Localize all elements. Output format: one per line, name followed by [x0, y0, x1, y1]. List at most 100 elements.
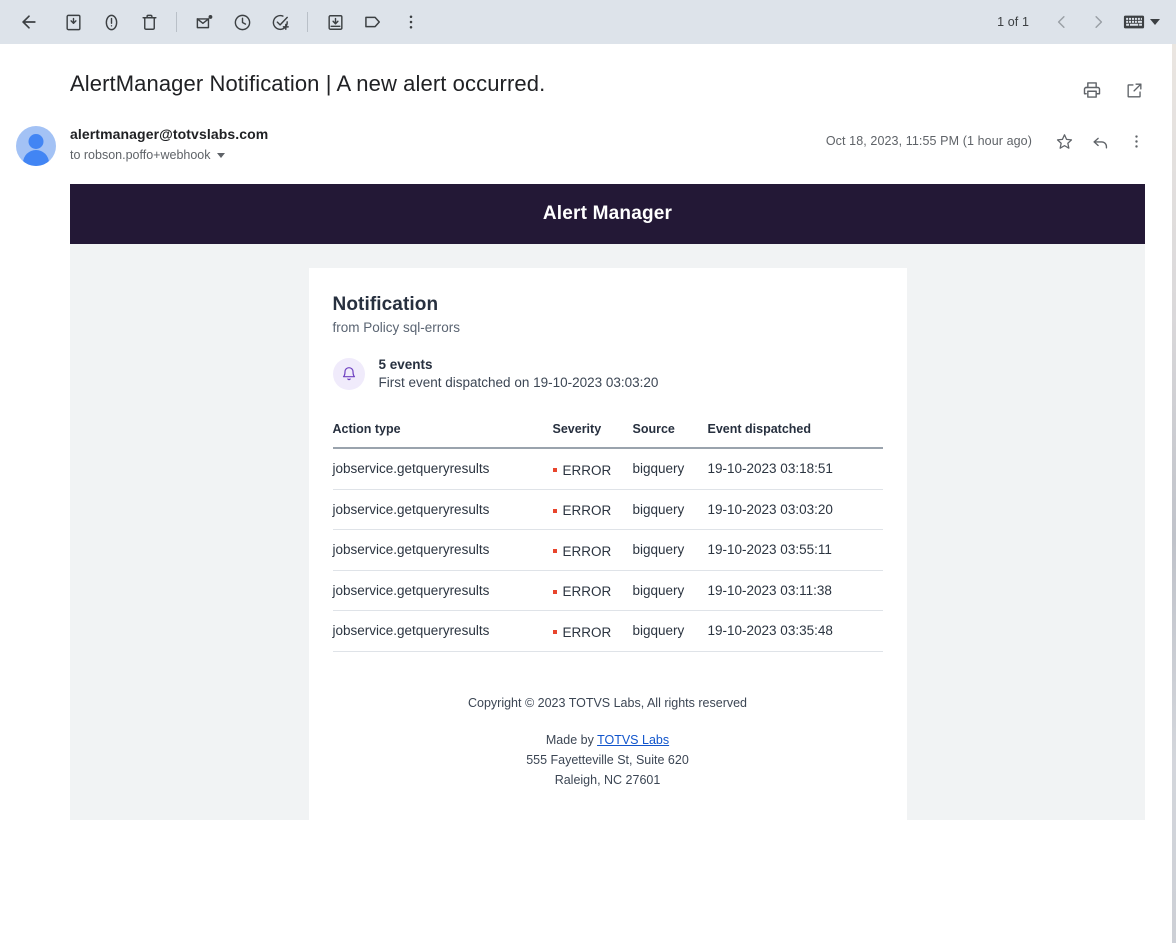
notification-card: Notification from Policy sql-errors 5 ev… [308, 268, 907, 820]
snooze-icon[interactable] [223, 3, 261, 41]
notification-policy: from Policy sql-errors [332, 320, 461, 335]
input-tools-button[interactable] [1117, 10, 1162, 34]
cell-source: bigquery [632, 529, 708, 571]
cell-severity: ERROR [552, 610, 633, 652]
cell-source: bigquery [632, 570, 708, 611]
archive-icon[interactable] [54, 3, 92, 41]
severity-dot-icon [552, 549, 557, 553]
toolbar-pager-group: 1 of 1 [997, 5, 1162, 39]
back-arrow-icon[interactable] [10, 3, 48, 41]
open-in-new-window-icon[interactable] [1116, 72, 1152, 108]
cell-action-type: jobservice.getqueryresults [332, 448, 553, 490]
table-row: jobservice.getqueryresults ERROR bigquery 1… [332, 570, 883, 611]
cell-severity: ERROR [552, 489, 633, 530]
alerts-table: Action type Severity Source Event dispat… [332, 422, 883, 652]
chevron-down-icon[interactable] [216, 152, 225, 158]
toolbar-divider-2 [307, 12, 308, 32]
address-line-2: Raleigh, NC 27601 [554, 772, 661, 787]
recipient-label: to robson.poffo+webhook [70, 148, 211, 162]
print-icon[interactable] [1074, 72, 1110, 108]
cell-event-dispatched: 19-10-2023 03:11:38 [707, 570, 883, 611]
cell-event-dispatched: 19-10-2023 03:35:48 [707, 610, 883, 652]
alerts-table-body: jobservice.getqueryresults ERROR bigquery 1… [332, 448, 883, 652]
cell-severity: ERROR [552, 570, 633, 611]
email-body-inner: Notification from Policy sql-errors 5 ev… [70, 244, 1145, 820]
events-count: 5 events [378, 357, 433, 372]
toolbar-divider-1 [176, 12, 177, 32]
cell-severity: ERROR [552, 448, 633, 490]
message-meta: Oct 18, 2023, 11:55 PM (1 hour ago) [826, 125, 1152, 157]
made-by-line: Made by TOTVS Labs [333, 730, 883, 750]
severity-label: ERROR [562, 584, 612, 599]
alerts-table-head: Action type Severity Source Event dispat… [332, 422, 883, 449]
avatar-body [23, 150, 49, 166]
avatar-head [28, 134, 44, 149]
more-options-icon[interactable] [1120, 125, 1152, 157]
gmail-message-page: 1 of 1 AlertManager Notification | A new… [0, 0, 1176, 943]
bell-icon [332, 358, 365, 390]
header-severity: Severity [552, 422, 633, 449]
add-to-tasks-icon[interactable] [261, 3, 299, 41]
cell-action-type: jobservice.getqueryresults [332, 529, 553, 571]
newer-message-button[interactable] [1045, 5, 1079, 39]
cell-source: bigquery [632, 448, 708, 490]
cell-action-type: jobservice.getqueryresults [332, 570, 553, 611]
message-container: AlertManager Notification | A new alert … [0, 44, 1176, 943]
events-text-block: 5 events First event dispatched on 19-10… [379, 356, 659, 392]
cell-action-type: jobservice.getqueryresults [332, 610, 553, 652]
severity-label: ERROR [562, 462, 612, 478]
header-action-type: Action type [332, 422, 553, 449]
sender-row: alertmanager@totvslabs.com to robson.pof… [0, 108, 1176, 166]
recipient-row: to robson.poffo+webhook [70, 146, 826, 164]
severity-dot-icon [552, 468, 557, 472]
sender-email[interactable]: alertmanager@totvslabs.com [70, 124, 826, 144]
email-footer: Copyright © 2023 TOTVS Labs, All rights … [333, 696, 883, 790]
address-line-1: 555 Fayetteville St, Suite 620 [526, 752, 689, 767]
header-event-dispatched: Event dispatched [707, 422, 883, 449]
cell-event-dispatched: 19-10-2023 03:03:20 [707, 489, 883, 530]
cell-source: bigquery [632, 489, 708, 530]
severity-label: ERROR [562, 543, 612, 559]
first-event-dispatched: First event dispatched on 19-10-2023 03:… [378, 375, 659, 390]
avatar [16, 126, 56, 166]
move-to-icon[interactable] [316, 3, 354, 41]
header-source: Source [632, 422, 708, 449]
cell-action-type: jobservice.getqueryresults [332, 489, 553, 530]
report-spam-icon[interactable] [92, 3, 130, 41]
keyboard-icon [1123, 15, 1145, 29]
table-row: jobservice.getqueryresults ERROR bigquery 1… [332, 489, 883, 530]
cell-event-dispatched: 19-10-2023 03:18:51 [707, 448, 883, 490]
table-row: jobservice.getqueryresults ERROR bigquery 1… [332, 448, 883, 490]
message-timestamp: Oct 18, 2023, 11:55 PM (1 hour ago) [825, 134, 1032, 148]
totvs-labs-link[interactable]: TOTVS Labs [597, 733, 669, 747]
star-icon[interactable] [1048, 125, 1080, 157]
severity-dot-icon [552, 589, 557, 594]
copyright-text: Copyright © 2023 TOTVS Labs, All rights … [467, 695, 748, 710]
subject-actions [1074, 72, 1152, 108]
severity-dot-icon [552, 508, 557, 513]
mark-unread-icon[interactable] [185, 3, 223, 41]
severity-label: ERROR [562, 624, 612, 640]
reply-icon[interactable] [1084, 125, 1116, 157]
subject-row: AlertManager Notification | A new alert … [0, 44, 1176, 108]
severity-label: ERROR [562, 503, 612, 518]
severity-dot-icon [552, 630, 557, 634]
made-by-prefix: Made by [545, 732, 598, 747]
events-summary: 5 events First event dispatched on 19-10… [332, 356, 883, 392]
label-icon[interactable] [354, 3, 392, 41]
message-toolbar: 1 of 1 [0, 0, 1176, 44]
sender-info: alertmanager@totvslabs.com to robson.pof… [70, 124, 826, 164]
cell-event-dispatched: 19-10-2023 03:55:11 [707, 529, 883, 571]
table-row: jobservice.getqueryresults ERROR bigquery 1… [332, 610, 883, 652]
page-title: AlertManager Notification | A new alert … [70, 71, 546, 96]
notification-title: Notification [332, 294, 439, 315]
cell-source: bigquery [632, 610, 708, 652]
cell-severity: ERROR [552, 529, 633, 571]
more-options-icon[interactable] [392, 3, 430, 41]
older-message-button[interactable] [1081, 5, 1115, 39]
email-html-body: Alert Manager Notification from Policy s… [70, 184, 1145, 820]
delete-icon[interactable] [130, 3, 168, 41]
message-counter: 1 of 1 [997, 15, 1029, 29]
table-header-row: Action type Severity Source Event dispat… [332, 422, 883, 449]
chevron-down-icon[interactable] [1150, 19, 1160, 25]
